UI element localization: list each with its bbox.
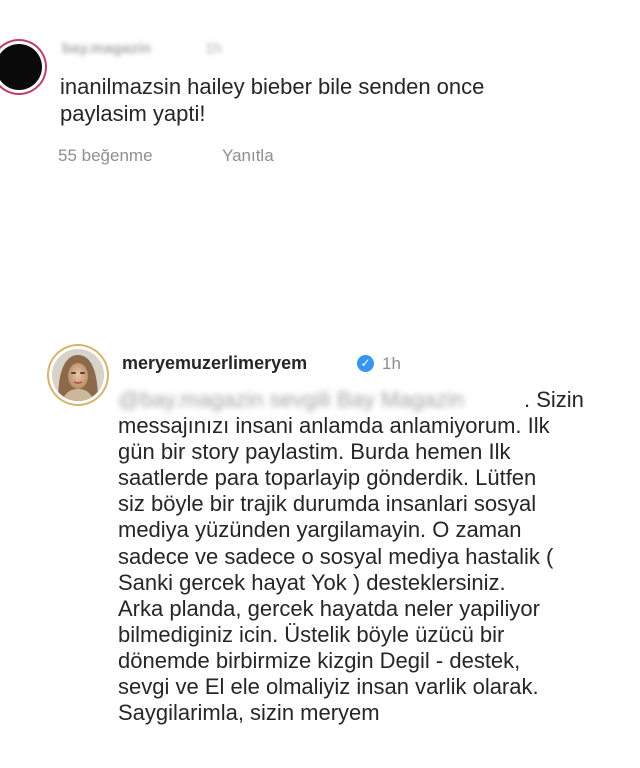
reply-button[interactable]: Yanıtla — [222, 146, 274, 166]
comment-time: 1h — [382, 354, 401, 373]
comment-text-first-line: . Sizin — [524, 387, 584, 412]
comment-username[interactable]: meryemuzerlimeryem — [122, 353, 307, 374]
comment-username[interactable]: bay.magazin — [62, 40, 151, 57]
comment-text: inanilmazsin hailey bieber bile senden o… — [60, 74, 485, 127]
comment-text: . Sizin messajınızı insani anlamda anlam… — [118, 387, 638, 726]
avatar-photo — [52, 349, 104, 401]
comment-time: 1h — [205, 40, 222, 57]
avatar[interactable] — [52, 349, 104, 401]
verified-badge-icon: ✓ — [357, 355, 374, 372]
likes-count[interactable]: 55 beğenme — [58, 146, 153, 166]
avatar[interactable] — [0, 44, 42, 90]
comment-text-body: messajınızı insani anlamda anlamiyorum. … — [118, 413, 554, 726]
comment-item: meryemuzerlimeryem ✓ 1h @bay.magazin sev… — [0, 345, 640, 765]
comment-item: bay.magazin 1h inanilmazsin hailey biebe… — [0, 30, 640, 180]
